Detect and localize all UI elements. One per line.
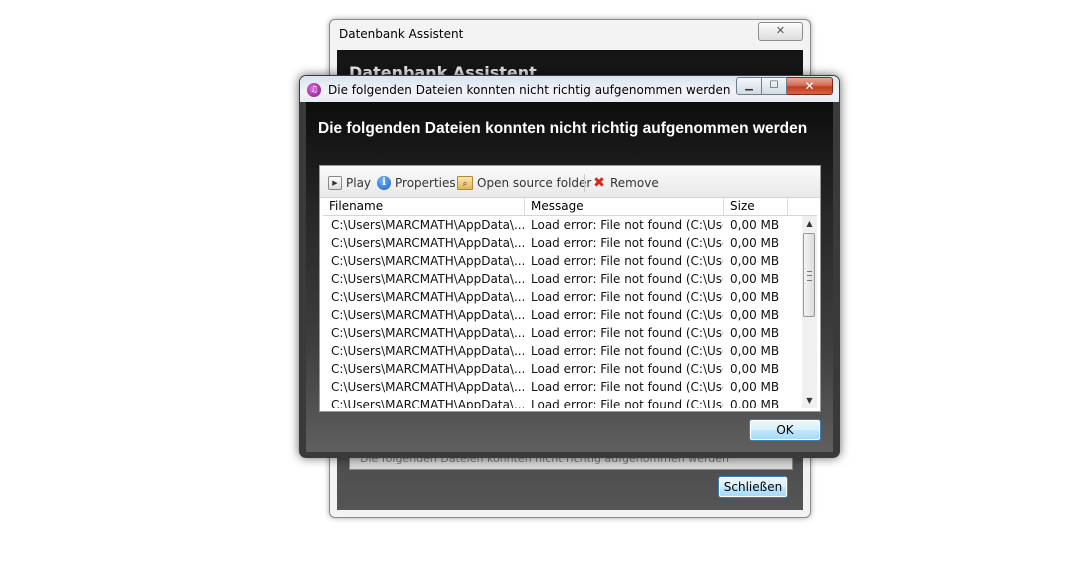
table-row[interactable]: C:\Users\MARCMATH\AppData\... Load error… xyxy=(323,216,803,234)
cell-size: 0,00 MB xyxy=(730,272,780,286)
cell-size: 0,00 MB xyxy=(730,308,780,322)
column-header-message[interactable]: Message xyxy=(525,198,724,215)
cell-filename: C:\Users\MARCMATH\AppData\... xyxy=(331,308,524,322)
table-row[interactable]: C:\Users\MARCMATH\AppData\... Load error… xyxy=(323,396,803,408)
cell-message: Load error: File not found (C:\Use... xyxy=(531,218,723,232)
table-row[interactable]: C:\Users\MARCMATH\AppData\... Load error… xyxy=(323,324,803,342)
cell-filename: C:\Users\MARCMATH\AppData\... xyxy=(331,326,524,340)
dialog-body: Die folgenden Dateien konnten nicht rich… xyxy=(306,102,833,452)
table-row[interactable]: C:\Users\MARCMATH\AppData\... Load error… xyxy=(323,360,803,378)
table-row[interactable]: C:\Users\MARCMATH\AppData\... Load error… xyxy=(323,234,803,252)
cell-size: 0,00 MB xyxy=(730,236,780,250)
background-window-title: Datenbank Assistent xyxy=(339,27,464,41)
vertical-scrollbar[interactable]: ▲ ▼ xyxy=(802,216,817,408)
scroll-up-arrow-icon[interactable]: ▲ xyxy=(802,216,817,231)
cell-size: 0,00 MB xyxy=(730,218,780,232)
cell-size: 0,00 MB xyxy=(730,398,780,408)
table-row[interactable]: C:\Users\MARCMATH\AppData\... Load error… xyxy=(323,342,803,360)
table-row[interactable]: C:\Users\MARCMATH\AppData\... Load error… xyxy=(323,270,803,288)
cell-filename: C:\Users\MARCMATH\AppData\... xyxy=(331,398,524,408)
schliessen-button[interactable]: Schließen xyxy=(718,476,788,498)
cell-message: Load error: File not found (C:\Use... xyxy=(531,344,723,358)
properties-button[interactable]: i Properties xyxy=(377,175,456,191)
table-header: Filename Message Size xyxy=(323,198,817,216)
caption-buttons: ▁ ☐ ✕ xyxy=(736,77,833,95)
folder-search-icon: ⌕ xyxy=(457,176,473,190)
cell-filename: C:\Users\MARCMATH\AppData\... xyxy=(331,290,524,304)
minimize-button[interactable]: ▁ xyxy=(736,77,762,95)
cell-size: 0,00 MB xyxy=(730,362,780,376)
toolbar: ▶ Play i Properties ⌕ Open source folder… xyxy=(320,166,820,198)
cell-filename: C:\Users\MARCMATH\AppData\... xyxy=(331,380,524,394)
column-header-filename[interactable]: Filename xyxy=(323,198,525,215)
error-dialog: ♫ Die folgenden Dateien konnten nicht ri… xyxy=(299,75,840,458)
cell-message: Load error: File not found (C:\Use... xyxy=(531,308,723,322)
close-button[interactable]: ✕ xyxy=(787,77,833,95)
dialog-heading: Die folgenden Dateien konnten nicht rich… xyxy=(318,120,808,137)
cell-message: Load error: File not found (C:\Use... xyxy=(531,380,723,394)
scroll-thumb[interactable] xyxy=(803,233,815,317)
maximize-button[interactable]: ☐ xyxy=(762,77,787,95)
cell-size: 0,00 MB xyxy=(730,326,780,340)
ok-button[interactable]: OK xyxy=(749,419,821,441)
play-label: Play xyxy=(346,176,372,190)
column-header-size[interactable]: Size xyxy=(724,198,788,215)
cell-message: Load error: File not found (C:\Use... xyxy=(531,290,723,304)
play-icon: ▶ xyxy=(328,176,342,190)
cell-message: Load error: File not found (C:\Use... xyxy=(531,326,723,340)
play-button[interactable]: ▶ Play xyxy=(328,175,371,191)
properties-label: Properties xyxy=(395,176,456,190)
table-row[interactable]: C:\Users\MARCMATH\AppData\... Load error… xyxy=(323,306,803,324)
remove-icon: ✖ xyxy=(593,175,605,191)
cell-filename: C:\Users\MARCMATH\AppData\... xyxy=(331,344,524,358)
cell-filename: C:\Users\MARCMATH\AppData\... xyxy=(331,272,524,286)
minimize-icon: ▁ xyxy=(745,80,753,91)
grip-icon xyxy=(807,271,812,281)
maximize-icon: ☐ xyxy=(769,80,779,91)
cell-filename: C:\Users\MARCMATH\AppData\... xyxy=(331,218,524,232)
remove-button[interactable]: ✖ Remove xyxy=(592,175,659,191)
table-row[interactable]: C:\Users\MARCMATH\AppData\... Load error… xyxy=(323,252,803,270)
table-rows: C:\Users\MARCMATH\AppData\... Load error… xyxy=(323,216,803,408)
remove-label: Remove xyxy=(610,176,659,190)
close-icon: ✕ xyxy=(775,24,786,37)
cell-size: 0,00 MB xyxy=(730,290,780,304)
info-icon: i xyxy=(377,176,391,190)
cell-message: Load error: File not found (C:\Use... xyxy=(531,362,723,376)
table-row[interactable]: C:\Users\MARCMATH\AppData\... Load error… xyxy=(323,378,803,396)
cell-size: 0,00 MB xyxy=(730,380,780,394)
background-close-button[interactable]: ✕ xyxy=(758,22,803,41)
cell-filename: C:\Users\MARCMATH\AppData\... xyxy=(331,254,524,268)
file-list-panel: ▶ Play i Properties ⌕ Open source folder… xyxy=(319,165,821,412)
cell-size: 0,00 MB xyxy=(730,344,780,358)
cell-message: Load error: File not found (C:\Use... xyxy=(531,398,723,408)
cell-filename: C:\Users\MARCMATH\AppData\... xyxy=(331,362,524,376)
dialog-title: Die folgenden Dateien konnten nicht rich… xyxy=(328,83,731,97)
cell-size: 0,00 MB xyxy=(730,254,780,268)
open-source-folder-label: Open source folder xyxy=(477,176,592,190)
toolbar-separator xyxy=(584,174,585,192)
close-icon: ✕ xyxy=(804,79,815,93)
music-note-icon: ♫ xyxy=(307,83,321,97)
cell-message: Load error: File not found (C:\Use... xyxy=(531,236,723,250)
table-row[interactable]: C:\Users\MARCMATH\AppData\... Load error… xyxy=(323,288,803,306)
cell-message: Load error: File not found (C:\Use... xyxy=(531,254,723,268)
scroll-down-arrow-icon[interactable]: ▼ xyxy=(802,393,817,408)
cell-filename: C:\Users\MARCMATH\AppData\... xyxy=(331,236,524,250)
open-source-folder-button[interactable]: ⌕ Open source folder xyxy=(457,175,591,191)
cell-message: Load error: File not found (C:\Use... xyxy=(531,272,723,286)
dialog-titlebar[interactable]: ♫ Die folgenden Dateien konnten nicht ri… xyxy=(300,76,839,102)
